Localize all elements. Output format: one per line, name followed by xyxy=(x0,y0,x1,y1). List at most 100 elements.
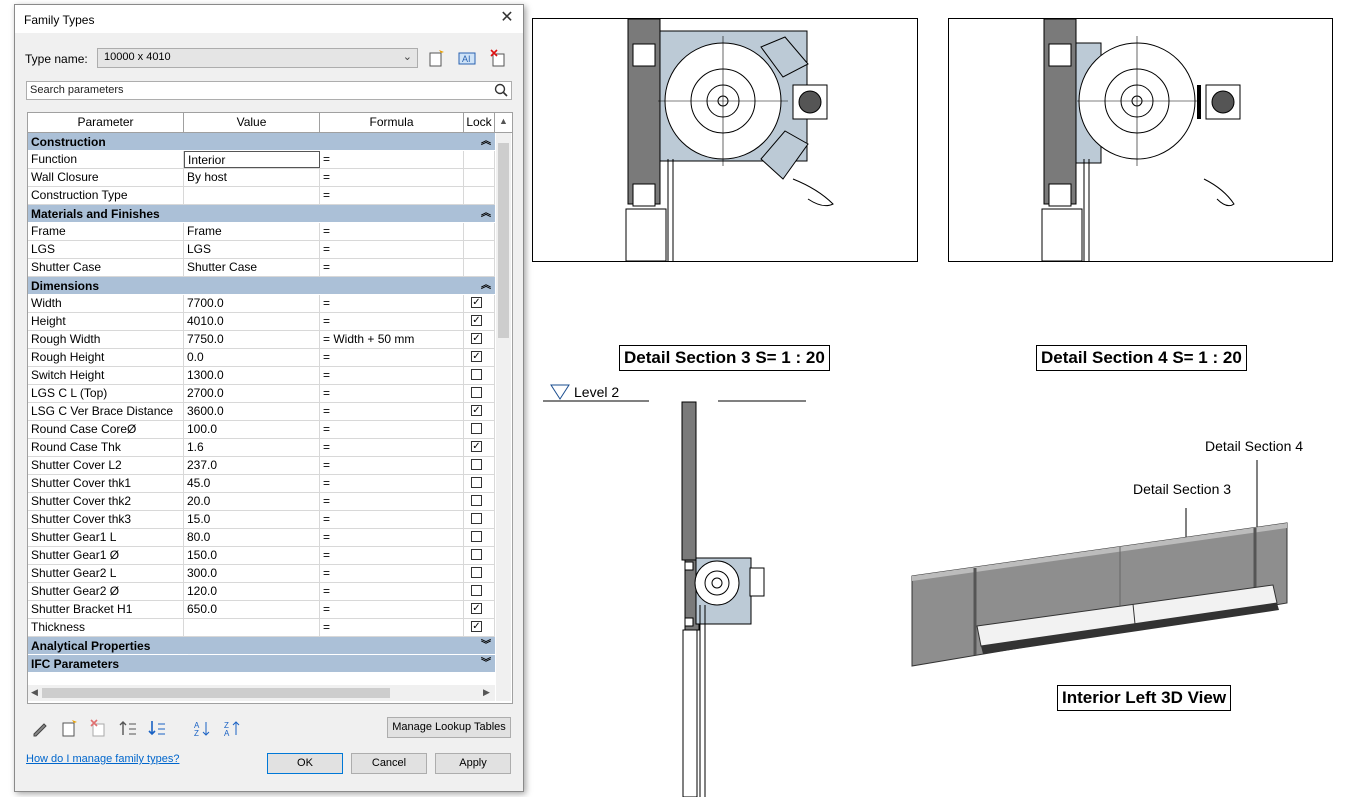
value-cell[interactable]: 4010.0 xyxy=(184,313,320,330)
rename-type-icon[interactable]: AI xyxy=(458,49,476,67)
col-value[interactable]: Value xyxy=(184,113,320,132)
lock-cell[interactable] xyxy=(464,421,495,438)
table-row[interactable]: Frame Frame = xyxy=(28,223,495,241)
lock-checkbox-checked[interactable]: ✓ xyxy=(471,333,482,344)
lock-cell[interactable] xyxy=(464,457,495,474)
table-row[interactable]: Shutter Case Shutter Case = xyxy=(28,259,495,277)
parameters-grid[interactable]: Parameter Value Formula Lock ▲ Construct… xyxy=(27,112,513,704)
value-cell[interactable] xyxy=(184,619,320,636)
lock-cell[interactable]: ✓ xyxy=(464,295,495,312)
table-row[interactable]: Shutter Bracket H1 650.0 = ✓ xyxy=(28,601,495,619)
formula-cell[interactable]: = xyxy=(320,529,464,546)
detail-section-4-view[interactable] xyxy=(948,18,1333,262)
table-row[interactable]: Shutter Cover thk1 45.0 = xyxy=(28,475,495,493)
lock-checkbox[interactable] xyxy=(471,549,482,560)
table-row[interactable]: Construction Type = xyxy=(28,187,495,205)
lock-cell[interactable] xyxy=(464,475,495,492)
manage-lookup-tables-button[interactable]: Manage Lookup Tables xyxy=(387,717,511,738)
formula-cell[interactable]: = xyxy=(320,187,464,204)
formula-cell[interactable]: = xyxy=(320,313,464,330)
value-cell[interactable]: 120.0 xyxy=(184,583,320,600)
formula-cell[interactable]: = xyxy=(320,151,464,168)
value-cell[interactable]: 1300.0 xyxy=(184,367,320,384)
sort-ascending-icon[interactable]: AZ xyxy=(193,719,211,737)
table-row[interactable]: Round Case CoreØ 100.0 = xyxy=(28,421,495,439)
caption-section-4[interactable]: Detail Section 4 S= 1 : 20 xyxy=(1036,345,1247,371)
formula-cell[interactable]: = Width + 50 mm xyxy=(320,331,464,348)
value-cell[interactable]: 1.6 xyxy=(184,439,320,456)
table-row[interactable]: LGS LGS = xyxy=(28,241,495,259)
scroll-left-icon[interactable]: ◀ xyxy=(31,687,38,698)
cancel-button[interactable]: Cancel xyxy=(351,753,427,774)
table-row[interactable]: Shutter Gear1 Ø 150.0 = xyxy=(28,547,495,565)
table-row[interactable]: Shutter Gear2 Ø 120.0 = xyxy=(28,583,495,601)
table-row[interactable]: Shutter Gear1 L 80.0 = xyxy=(28,529,495,547)
formula-cell[interactable]: = xyxy=(320,295,464,312)
level-label[interactable]: Level 2 xyxy=(574,384,619,400)
lock-checkbox[interactable] xyxy=(471,477,482,488)
formula-cell[interactable]: = xyxy=(320,547,464,564)
value-cell[interactable]: Frame xyxy=(184,223,320,240)
lock-cell[interactable]: ✓ xyxy=(464,313,495,330)
lock-cell[interactable]: ✓ xyxy=(464,349,495,366)
vertical-scrollbar[interactable] xyxy=(496,133,511,701)
table-row[interactable]: Switch Height 1300.0 = xyxy=(28,367,495,385)
value-cell[interactable]: 2700.0 xyxy=(184,385,320,402)
value-cell[interactable]: 80.0 xyxy=(184,529,320,546)
formula-cell[interactable]: = xyxy=(320,565,464,582)
lock-checkbox[interactable] xyxy=(471,369,482,380)
expand-icon[interactable]: ︾ xyxy=(481,655,491,673)
table-row[interactable]: LSG C Ver Brace Distance 3600.0 = ✓ xyxy=(28,403,495,421)
move-up-icon[interactable] xyxy=(119,719,137,737)
value-cell[interactable]: 150.0 xyxy=(184,547,320,564)
value-cell[interactable]: 7750.0 xyxy=(184,331,320,348)
scroll-up-icon[interactable]: ▲ xyxy=(499,116,508,126)
group-header[interactable]: Materials and Finishes ︽ xyxy=(28,205,495,223)
formula-cell[interactable]: = xyxy=(320,619,464,636)
lock-cell[interactable] xyxy=(464,511,495,528)
lock-checkbox[interactable] xyxy=(471,423,482,434)
caption-section-3[interactable]: Detail Section 3 S= 1 : 20 xyxy=(619,345,830,371)
search-input[interactable]: Search parameters xyxy=(26,81,512,100)
value-cell[interactable]: 100.0 xyxy=(184,421,320,438)
value-cell[interactable]: 7700.0 xyxy=(184,295,320,312)
lock-checkbox[interactable] xyxy=(471,531,482,542)
horizontal-scrollbar[interactable]: ◀ ▶ xyxy=(28,685,495,701)
lock-cell[interactable]: ✓ xyxy=(464,403,495,420)
collapse-icon[interactable]: ︽ xyxy=(481,277,491,295)
horizontal-scroll-thumb[interactable] xyxy=(42,688,390,698)
collapse-icon[interactable]: ︽ xyxy=(481,133,491,151)
table-row[interactable]: Function Interior = xyxy=(28,151,495,169)
lock-cell[interactable] xyxy=(464,385,495,402)
formula-cell[interactable]: = xyxy=(320,169,464,186)
lock-checkbox-checked[interactable]: ✓ xyxy=(471,297,482,308)
lock-cell[interactable] xyxy=(464,583,495,600)
new-type-icon[interactable] xyxy=(427,49,445,67)
table-row[interactable]: Rough Height 0.0 = ✓ xyxy=(28,349,495,367)
formula-cell[interactable]: = xyxy=(320,475,464,492)
lock-checkbox[interactable] xyxy=(471,459,482,470)
lock-checkbox[interactable] xyxy=(471,387,482,398)
delete-type-icon[interactable] xyxy=(489,49,507,67)
table-row[interactable]: Rough Width 7750.0 = Width + 50 mm ✓ xyxy=(28,331,495,349)
value-cell[interactable]: 300.0 xyxy=(184,565,320,582)
lock-cell[interactable] xyxy=(464,493,495,510)
table-row[interactable]: Width 7700.0 = ✓ xyxy=(28,295,495,313)
formula-cell[interactable]: = xyxy=(320,241,464,258)
lock-checkbox[interactable] xyxy=(471,495,482,506)
value-cell[interactable]: 650.0 xyxy=(184,601,320,618)
table-row[interactable]: Shutter Gear2 L 300.0 = xyxy=(28,565,495,583)
table-row[interactable]: Shutter Cover thk2 20.0 = xyxy=(28,493,495,511)
new-parameter-icon[interactable] xyxy=(60,719,78,737)
lock-cell[interactable] xyxy=(464,547,495,564)
formula-cell[interactable]: = xyxy=(320,601,464,618)
interior-3d-graphic[interactable] xyxy=(905,458,1300,673)
type-name-select[interactable]: 10000 x 4010 ⌄ xyxy=(97,48,418,68)
lock-cell[interactable] xyxy=(464,367,495,384)
col-formula[interactable]: Formula xyxy=(320,113,464,132)
lock-checkbox-checked[interactable]: ✓ xyxy=(471,621,482,632)
formula-cell[interactable]: = xyxy=(320,583,464,600)
collapse-icon[interactable]: ︽ xyxy=(481,205,491,223)
close-icon[interactable]: ✕ xyxy=(497,8,517,28)
formula-cell[interactable]: = xyxy=(320,457,464,474)
